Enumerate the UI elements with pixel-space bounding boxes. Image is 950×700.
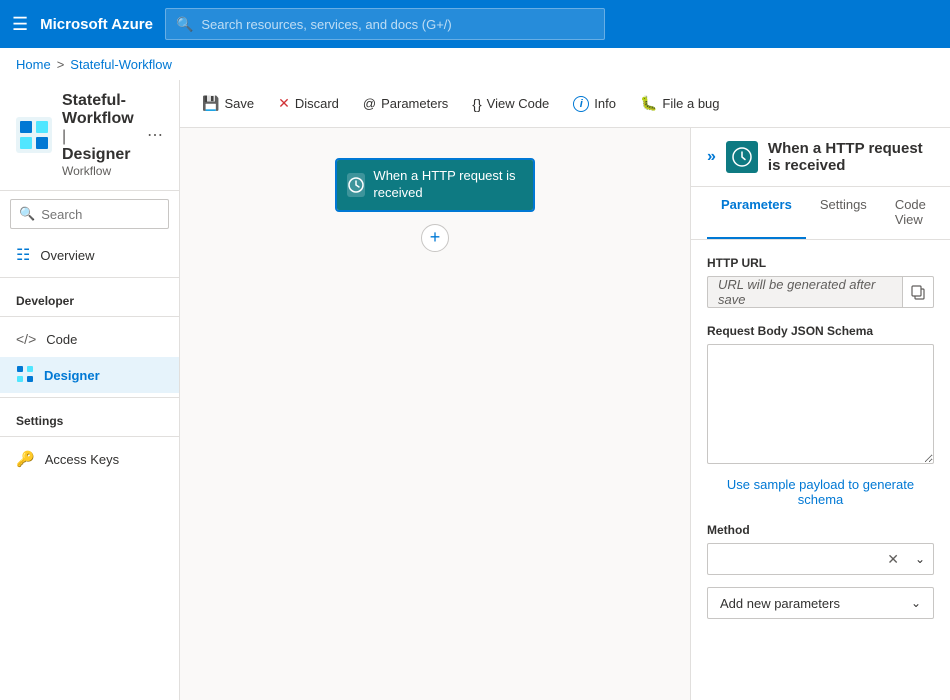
top-nav: ☰ Microsoft Azure 🔍 xyxy=(0,0,950,48)
panel-toggle-button[interactable]: » xyxy=(707,148,716,166)
designer-icon xyxy=(16,365,34,386)
url-input: URL will be generated after save xyxy=(707,276,902,308)
tab-code-view[interactable]: Code View xyxy=(881,187,940,239)
parameters-icon: @ xyxy=(363,96,376,111)
add-step-button[interactable]: + xyxy=(421,224,449,252)
info-button[interactable]: i Info xyxy=(563,90,626,118)
method-select-wrapper: GET POST PUT DELETE PATCH ✕ ⌄ xyxy=(707,543,934,575)
sidebar-item-code[interactable]: </> Code xyxy=(0,321,179,357)
hamburger-icon[interactable]: ☰ xyxy=(12,14,28,35)
global-search-container: 🔍 xyxy=(165,8,605,40)
bug-icon: 🐛 xyxy=(640,95,657,112)
add-params-label: Add new parameters xyxy=(720,596,840,611)
save-button[interactable]: 💾 Save xyxy=(192,89,264,118)
http-url-label: HTTP URL xyxy=(707,256,934,270)
breadcrumb-home[interactable]: Home xyxy=(16,57,51,72)
sidebar-item-access-keys[interactable]: 🔑 Access Keys xyxy=(0,441,179,477)
sidebar-search-input[interactable] xyxy=(41,207,160,222)
chevron-down-icon: ⌄ xyxy=(907,552,933,566)
resource-more-icon[interactable]: ⋯ xyxy=(147,125,163,145)
search-icon: 🔍 xyxy=(176,16,193,33)
designer-split: When a HTTP request is received + » When… xyxy=(180,128,950,700)
tab-parameters[interactable]: Parameters xyxy=(707,187,806,239)
sidebar-item-label: Access Keys xyxy=(45,452,119,467)
card-header-icon xyxy=(347,173,365,197)
global-search-input[interactable] xyxy=(201,17,594,32)
view-code-icon: {} xyxy=(472,96,481,112)
overview-icon: ☷ xyxy=(16,245,30,265)
sidebar-divider-1 xyxy=(0,277,179,278)
file-bug-button[interactable]: 🐛 File a bug xyxy=(630,89,730,118)
url-placeholder-text: URL will be generated after save xyxy=(718,277,892,307)
main-container: Stateful-Workflow | Designer Workflow ⋯ … xyxy=(0,80,950,700)
section-settings: Settings xyxy=(0,402,179,432)
discard-button[interactable]: ✕ Discard xyxy=(268,89,349,118)
schema-textarea[interactable] xyxy=(707,344,934,464)
copy-icon xyxy=(910,284,926,300)
sidebar-item-designer[interactable]: Designer xyxy=(0,357,179,393)
panel-tabs: Parameters Settings Code View About xyxy=(691,187,950,240)
workflow-icon xyxy=(16,117,52,153)
panel-body: HTTP URL URL will be generated after sav… xyxy=(691,240,950,700)
sidebar-item-overview[interactable]: ☷ Overview xyxy=(0,237,179,273)
method-label: Method xyxy=(707,523,934,537)
url-copy-button[interactable] xyxy=(902,276,934,308)
sidebar-divider-3 xyxy=(0,397,179,398)
use-sample-payload-button[interactable]: Use sample payload to generate schema xyxy=(707,477,934,507)
section-developer: Developer xyxy=(0,282,179,312)
tab-settings[interactable]: Settings xyxy=(806,187,881,239)
content-area: 💾 Save ✕ Discard @ Parameters {} View Co… xyxy=(180,80,950,700)
save-icon: 💾 xyxy=(202,95,219,112)
key-icon: 🔑 xyxy=(16,450,35,468)
panel-icon xyxy=(726,141,758,173)
canvas-area: When a HTTP request is received + xyxy=(180,128,690,700)
sidebar-item-label: Code xyxy=(46,332,77,347)
breadcrumb-current[interactable]: Stateful-Workflow xyxy=(70,57,172,72)
tab-about[interactable]: About xyxy=(940,187,950,239)
card-title: When a HTTP request is received xyxy=(373,168,523,202)
info-icon: i xyxy=(573,96,589,112)
sidebar-search-icon: 🔍 xyxy=(19,206,35,222)
azure-logo: Microsoft Azure xyxy=(40,16,153,33)
method-select[interactable]: GET POST PUT DELETE PATCH xyxy=(708,552,879,567)
method-clear-button[interactable]: ✕ xyxy=(879,551,907,568)
card-header: When a HTTP request is received xyxy=(337,160,533,210)
add-params-chevron-icon: ⌄ xyxy=(911,596,921,610)
discard-icon: ✕ xyxy=(278,95,290,112)
schema-label: Request Body JSON Schema xyxy=(707,324,934,338)
resource-info: Stateful-Workflow | Designer Workflow xyxy=(62,92,137,178)
sidebar-divider-4 xyxy=(0,436,179,437)
code-icon: </> xyxy=(16,331,36,347)
breadcrumb: Home > Stateful-Workflow xyxy=(0,48,950,80)
workflow-card[interactable]: When a HTTP request is received xyxy=(335,158,535,212)
sidebar: Stateful-Workflow | Designer Workflow ⋯ … xyxy=(0,80,180,700)
breadcrumb-sep: > xyxy=(57,57,65,72)
toolbar: 💾 Save ✕ Discard @ Parameters {} View Co… xyxy=(180,80,950,128)
sidebar-search-box: 🔍 xyxy=(10,199,169,229)
url-field: URL will be generated after save xyxy=(707,276,934,308)
panel-title: When a HTTP request is received xyxy=(768,140,934,174)
view-code-button[interactable]: {} View Code xyxy=(462,90,559,118)
sidebar-nav: ☷ Overview Developer </> Code Designer S… xyxy=(0,237,179,700)
sidebar-divider-2 xyxy=(0,316,179,317)
resource-subtitle: Workflow xyxy=(62,164,137,178)
method-field: Method GET POST PUT DELETE PATCH ✕ xyxy=(707,523,934,575)
right-panel: » When a HTTP request is received Parame… xyxy=(690,128,950,700)
add-params-bar[interactable]: Add new parameters ⌄ xyxy=(707,587,934,619)
resource-header: Stateful-Workflow | Designer Workflow ⋯ xyxy=(0,80,179,191)
sidebar-item-label: Designer xyxy=(44,368,100,383)
panel-header: » When a HTTP request is received xyxy=(691,128,950,187)
parameters-button[interactable]: @ Parameters xyxy=(353,90,458,117)
resource-name: Stateful-Workflow | Designer xyxy=(62,92,137,164)
sidebar-item-label: Overview xyxy=(40,248,94,263)
